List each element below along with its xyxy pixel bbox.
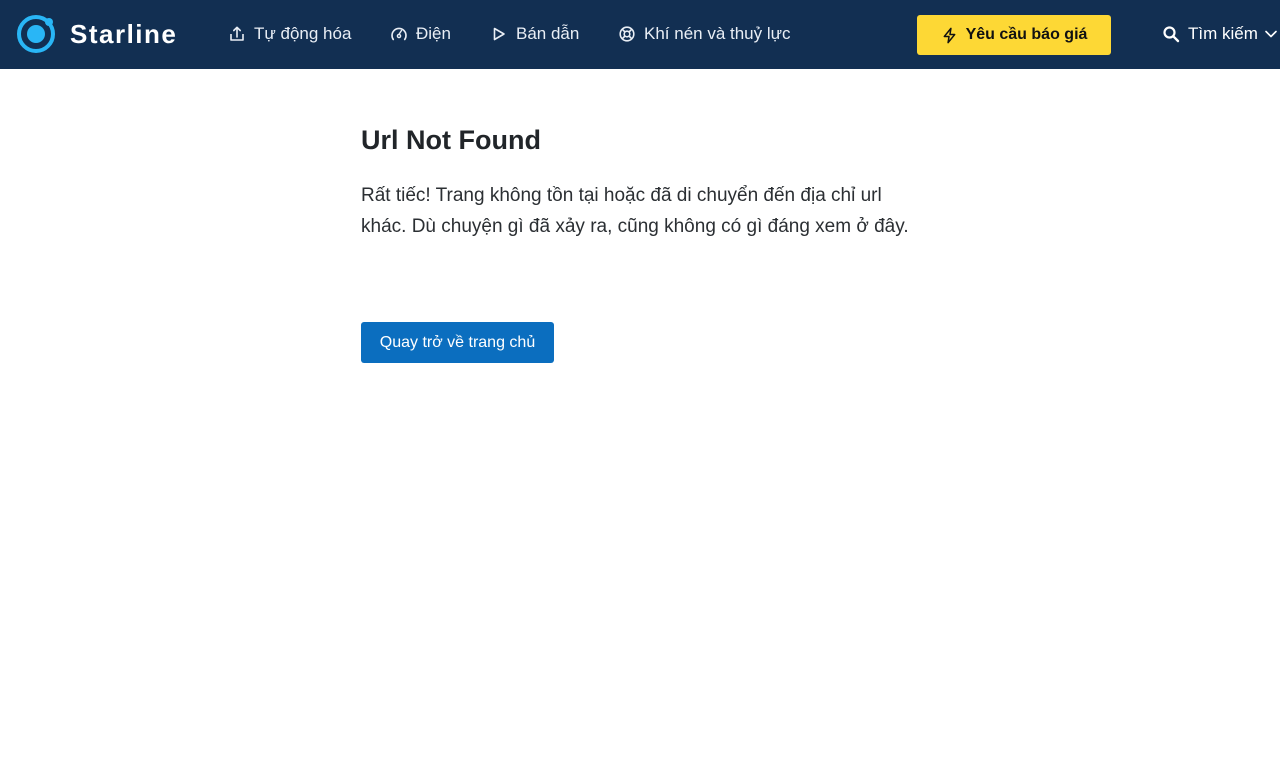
- page-title: Url Not Found: [361, 125, 541, 155]
- nav-item-automation[interactable]: Tự động hóa: [228, 20, 351, 48]
- nav-item-label: Khí nén và thuỷ lực: [644, 24, 791, 43]
- brand-name: Starline: [70, 18, 178, 49]
- back-to-home-button[interactable]: Quay trở về trang chủ: [361, 322, 554, 363]
- top-navbar: Starline Tự động hóa Điện Bán dẫn Khí né…: [0, 0, 1280, 69]
- search-label: Tìm kiếm: [1188, 24, 1258, 43]
- nav-item-label: Điện: [416, 24, 451, 43]
- error-message: Rất tiếc! Trang không tồn tại hoặc đã di…: [361, 185, 909, 237]
- search-icon: [1163, 26, 1180, 43]
- ring-dot-logo-icon: [17, 15, 55, 53]
- not-found-content: Url Not Found Rất tiếc! Trang không tồn …: [361, 120, 931, 242]
- request-quote-label: Yêu cầu báo giá: [965, 26, 1088, 43]
- search-dropdown[interactable]: Tìm kiếm: [1162, 20, 1278, 48]
- nav-item-pneumatic-hydraulic[interactable]: Khí nén và thuỷ lực: [618, 20, 791, 48]
- nav-item-electric[interactable]: Điện: [390, 20, 451, 48]
- play-triangle-icon: [493, 27, 505, 41]
- lightning-icon: [943, 27, 956, 43]
- nav-item-semiconductor[interactable]: Bán dẫn: [490, 20, 579, 48]
- nav-item-label: Bán dẫn: [516, 24, 580, 43]
- brand-home-link[interactable]: Starline: [16, 13, 177, 55]
- request-quote-button[interactable]: Yêu cầu báo giá: [917, 15, 1111, 55]
- life-buoy-icon: [619, 26, 635, 42]
- chevron-down-icon: [1265, 30, 1277, 38]
- gauge-icon: [391, 27, 407, 41]
- upload-icon: [230, 26, 244, 41]
- nav-item-label: Tự động hóa: [254, 24, 352, 43]
